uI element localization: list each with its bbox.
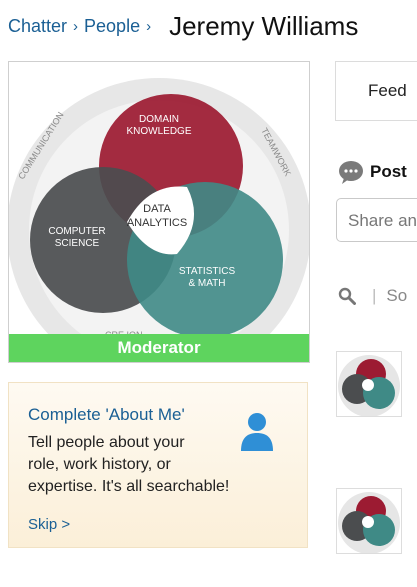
about-me-line: expertise. It's all searchable! — [28, 478, 230, 495]
profile-photo[interactable]: DOMAIN KNOWLEDGE COMPUTER SCIENCE STATIS… — [8, 61, 310, 363]
post-action[interactable]: Post — [338, 158, 407, 186]
divider: | — [372, 286, 377, 305]
feed-search[interactable]: | So — [338, 284, 407, 308]
venn-stats-line2: & MATH — [188, 278, 225, 289]
skip-link[interactable]: Skip > — [28, 516, 70, 533]
search-icon — [338, 287, 356, 305]
about-me-title[interactable]: Complete 'About Me' — [28, 405, 185, 425]
chevron-right-icon: › — [146, 17, 152, 35]
venn-cs-line1: COMPUTER — [48, 226, 105, 237]
tab-feed[interactable]: Feed — [335, 61, 417, 121]
feed-avatar-thumbnail[interactable] — [336, 488, 402, 554]
venn-domain-line1: DOMAIN — [139, 114, 179, 125]
breadcrumb: Chatter › People › Jeremy Williams — [8, 10, 358, 42]
tab-feed-label: Feed — [368, 81, 407, 100]
post-label: Post — [370, 162, 407, 181]
page-title: Jeremy Williams — [169, 10, 359, 41]
search-placeholder: So — [386, 286, 408, 305]
about-me-prompt: Complete 'About Me' Tell people about yo… — [8, 382, 308, 548]
breadcrumb-chatter-link[interactable]: Chatter — [8, 16, 67, 37]
breadcrumb-people-link[interactable]: People — [84, 16, 140, 37]
profile-venn-image: DOMAIN KNOWLEDGE COMPUTER SCIENCE STATIS… — [9, 62, 309, 362]
moderator-badge: Moderator — [9, 334, 309, 362]
avatar-image — [338, 492, 400, 553]
speech-bubble-icon — [339, 161, 363, 184]
about-me-line: Tell people about your — [28, 434, 185, 451]
person-icon — [241, 413, 273, 451]
venn-domain-line2: KNOWLEDGE — [126, 126, 191, 137]
share-placeholder: Share an — [348, 211, 417, 230]
about-me-description: Tell people about your role, work histor… — [28, 432, 253, 498]
feed-avatar-thumbnail[interactable] — [336, 351, 402, 417]
avatar-image — [338, 355, 400, 416]
venn-cs-line2: SCIENCE — [55, 238, 100, 249]
venn-stats-line1: STATISTICS — [179, 266, 236, 277]
venn-center-line2: ANALYTICS — [127, 217, 187, 229]
venn-center-line1: DATA — [143, 203, 171, 215]
share-input[interactable]: Share an — [336, 198, 417, 242]
about-me-line: role, work history, or — [28, 456, 171, 473]
chevron-right-icon: › — [73, 17, 79, 35]
